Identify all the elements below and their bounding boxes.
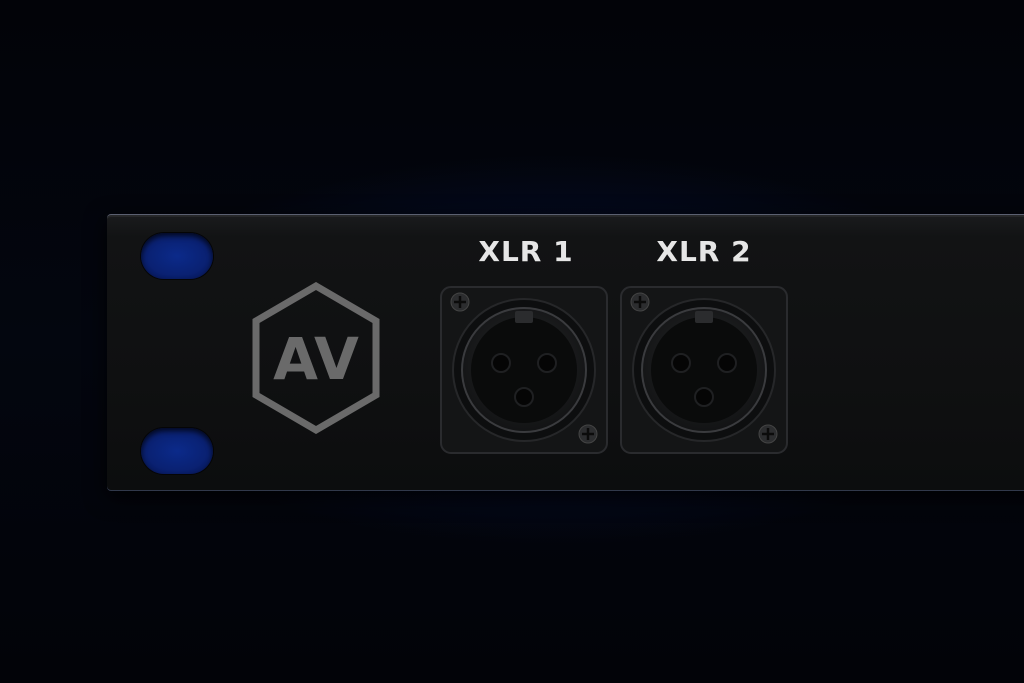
product-scene: AV XLR 1 XLR 2 <box>0 0 1024 683</box>
rack-mount-hole-top <box>141 233 213 279</box>
screw-icon <box>758 424 778 444</box>
screw-icon <box>450 292 470 312</box>
screw-icon <box>578 424 598 444</box>
xlr-connector-1[interactable] <box>439 285 609 455</box>
xlr-connector-2[interactable] <box>619 285 789 455</box>
screw-icon <box>630 292 650 312</box>
logo-text: AV <box>273 325 359 393</box>
connector-label-1: XLR 1 <box>478 235 574 268</box>
rack-mount-hole-bottom <box>141 428 213 474</box>
av-logo: AV <box>252 282 380 434</box>
connector-label-2: XLR 2 <box>656 235 752 268</box>
